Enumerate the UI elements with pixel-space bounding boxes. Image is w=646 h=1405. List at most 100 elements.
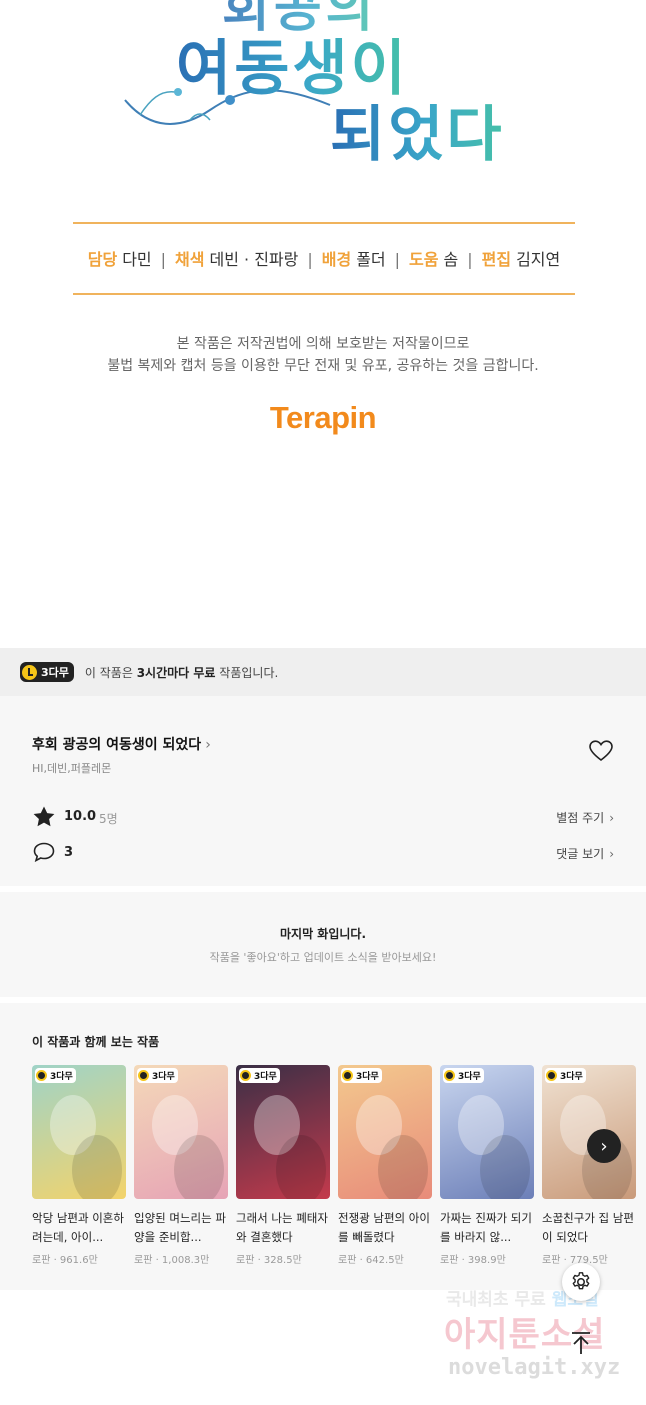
copyright-notice-line1: 본 작품은 저작권법에 의해 보호받는 저작물이므로	[176, 336, 470, 352]
recommendation-meta: 로판 · 779.5만	[542, 1255, 608, 1266]
free-banner-text: 이 작품은 3시간마다 무료 작품입니다.	[85, 664, 278, 681]
next-arrow-button[interactable]: ›	[587, 1129, 621, 1163]
credit-rule-bottom	[73, 293, 575, 295]
series-authors: HI,데빈,퍼플레몬	[32, 762, 112, 775]
credit-role: 채색	[175, 250, 205, 269]
credit-separator: |	[394, 250, 401, 269]
last-episode-subtitle: 작품을 '좋아요'하고 업데이트 소식을 받아보세요!	[209, 951, 437, 964]
chevron-right-icon: ›	[609, 811, 614, 825]
recommendation-meta: 로판 · 642.5만	[338, 1255, 404, 1266]
recommendation-title: 입양된 며느리는 파양을 준비합...	[134, 1211, 226, 1244]
free-badge-label: 3다무	[152, 1072, 175, 1082]
cover-figure	[276, 1135, 326, 1199]
recommendation-meta: 로판 · 398.9만	[440, 1255, 506, 1266]
recommendation-card[interactable]: 3다무입양된 며느리는 파양을 준비합... 로판 · 1,008.3만	[134, 1065, 228, 1266]
recommendation-thumbnail: 3다무	[338, 1065, 432, 1199]
recommendation-card[interactable]: 3다무악당 남편과 이혼하려는데, 아이... 로판 · 961.6만	[32, 1065, 126, 1266]
credit-role: 담당	[87, 250, 118, 269]
series-info: 후회 광공의 여동생이 되었다 › HI,데빈,퍼플레몬 10.0 5명 별점 주…	[0, 696, 646, 886]
chevron-right-icon: ›	[600, 1135, 608, 1157]
free-badge: 3다무	[341, 1068, 382, 1083]
recommendation-title: 소꿉친구가 집 남편이 되었다	[542, 1211, 634, 1244]
copyright-notice-line2: 불법 복제와 캡처 등을 이용한 무단 전재 및 유포, 공유하는 것을 금합니…	[107, 358, 539, 374]
clock-icon	[240, 1070, 251, 1081]
last-episode-panel: 마지막 화입니다. 작품을 '좋아요'하고 업데이트 소식을 받아보세요!	[0, 892, 646, 997]
credit-name: 솜	[443, 250, 459, 269]
credit-role: 편집	[481, 250, 512, 269]
cover-figure	[72, 1135, 122, 1199]
recommendation-thumbnail: 3다무	[542, 1065, 636, 1199]
clock-icon	[36, 1070, 47, 1081]
credit-role: 도움	[409, 250, 439, 269]
recommendation-title: 전쟁광 남편의 아이를 빼돌렸다	[338, 1211, 430, 1244]
free-badge: 3다무	[443, 1068, 484, 1083]
series-title: 후회 광공의 여동생이 되었다	[32, 737, 202, 753]
settings-button[interactable]	[562, 1263, 600, 1301]
free-badge: 3다무	[239, 1068, 280, 1083]
recommendation-title: 악당 남편과 이혼하려는데, 아이...	[32, 1211, 124, 1244]
recommendation-thumbnail: 3다무	[236, 1065, 330, 1199]
credit-name: 다민	[122, 250, 152, 269]
credit-name: 김지연	[516, 250, 561, 269]
free-text-suffix: 작품입니다.	[215, 665, 279, 680]
credit-separator: |	[160, 250, 167, 269]
free-badge-label: 3다무	[458, 1072, 481, 1082]
arrow-up-icon	[572, 1332, 590, 1354]
comment-count: 3	[64, 845, 74, 860]
rate-button-label: 별점 주기	[556, 811, 605, 825]
chevron-right-icon: ›	[609, 847, 614, 861]
recommendation-title: 그래서 나는 폐태자와 결혼했다	[236, 1211, 328, 1244]
credits: 담당 다민 | 채색 데빈 · 진파랑 | 배경 폴더 | 도움 솜 | 편집 김지연	[73, 246, 575, 270]
clock-icon	[22, 664, 37, 680]
comment-icon	[33, 842, 55, 862]
free-badge-label: 3다무	[50, 1072, 73, 1082]
free-badge-label: 3다무	[560, 1072, 583, 1082]
cover-figure	[174, 1135, 224, 1199]
rating-count: 5명	[99, 812, 118, 826]
credit-rule-top	[73, 222, 575, 224]
recommendation-meta: 로판 · 1,008.3만	[134, 1255, 210, 1266]
rating-value: 10.0	[64, 809, 97, 824]
view-comments-button[interactable]: 댓글 보기 ›	[556, 845, 614, 862]
credit-name: 데빈 · 진파랑	[209, 250, 299, 269]
recommendation-card[interactable]: 3다무전쟁광 남편의 아이를 빼돌렸다로판 · 642.5만	[338, 1065, 432, 1266]
view-comments-label: 댓글 보기	[556, 847, 605, 861]
recommendation-title: 가짜는 진짜가 되기를 바라지 않...	[440, 1211, 532, 1244]
free-banner: 3다무 이 작품은 3시간마다 무료 작품입니다.	[0, 648, 646, 696]
brand-logo: Terapin	[269, 400, 377, 435]
series-title-link[interactable]: 후회 광공의 여동생이 되었다 ›	[32, 734, 211, 754]
cover-figure	[378, 1135, 428, 1199]
heart-icon[interactable]	[589, 740, 613, 762]
free-badge: 3다무	[35, 1068, 76, 1083]
free-badge-label: 3다무	[41, 666, 69, 679]
free-badge-label: 3다무	[254, 1072, 277, 1082]
recommendation-card[interactable]: 3다무가짜는 진짜가 되기를 바라지 않... 로판 · 398.9만	[440, 1065, 534, 1266]
scroll-top-button[interactable]	[563, 1325, 599, 1361]
last-episode-title: 마지막 화입니다.	[279, 927, 367, 941]
clock-icon	[138, 1070, 149, 1081]
recommendation-thumbnail: 3다무	[440, 1065, 534, 1199]
recommendation-card[interactable]: 3다무소꿉친구가 집 남편이 되었다로판 · 779.5만	[542, 1065, 636, 1266]
credit-role: 배경	[321, 250, 352, 269]
credit-separator: |	[467, 250, 473, 269]
rate-button[interactable]: 별점 주기 ›	[556, 809, 614, 826]
recommendation-card[interactable]: 3다무 그래서 나는 폐태자와 결혼했다 로판 · 328.5만	[236, 1065, 330, 1266]
free-badge: 3다무	[137, 1068, 178, 1083]
title-art: 회공의 여동생이 되었다	[0, 0, 646, 200]
recommendation-thumbnail: 3다무	[134, 1065, 228, 1199]
recommendations: 이 작품과 함께 보는 작품 3다무 악당 남편과 이혼하려는데, 아이... 로판…	[0, 1003, 646, 1290]
recommendation-thumbnail: 3다무	[32, 1065, 126, 1199]
free-text-prefix: 이 작품은	[84, 665, 137, 680]
free-badge-label: 3다무	[356, 1072, 379, 1082]
free-text-bold: 3시간마다 무료	[136, 665, 216, 680]
clock-icon	[342, 1070, 353, 1081]
clock-icon	[546, 1070, 557, 1081]
star-icon	[33, 806, 55, 827]
cover-figure	[480, 1135, 530, 1199]
clock-icon	[444, 1070, 455, 1081]
watermark: 국내최초 무료 웹소설 아지툰소설 novelagit.xyz	[430, 1285, 640, 1395]
recommendation-meta: 로판 · 961.6만	[32, 1255, 98, 1266]
gear-icon	[572, 1272, 590, 1290]
credit-separator: |	[307, 250, 313, 269]
chevron-right-icon: ›	[205, 737, 211, 753]
